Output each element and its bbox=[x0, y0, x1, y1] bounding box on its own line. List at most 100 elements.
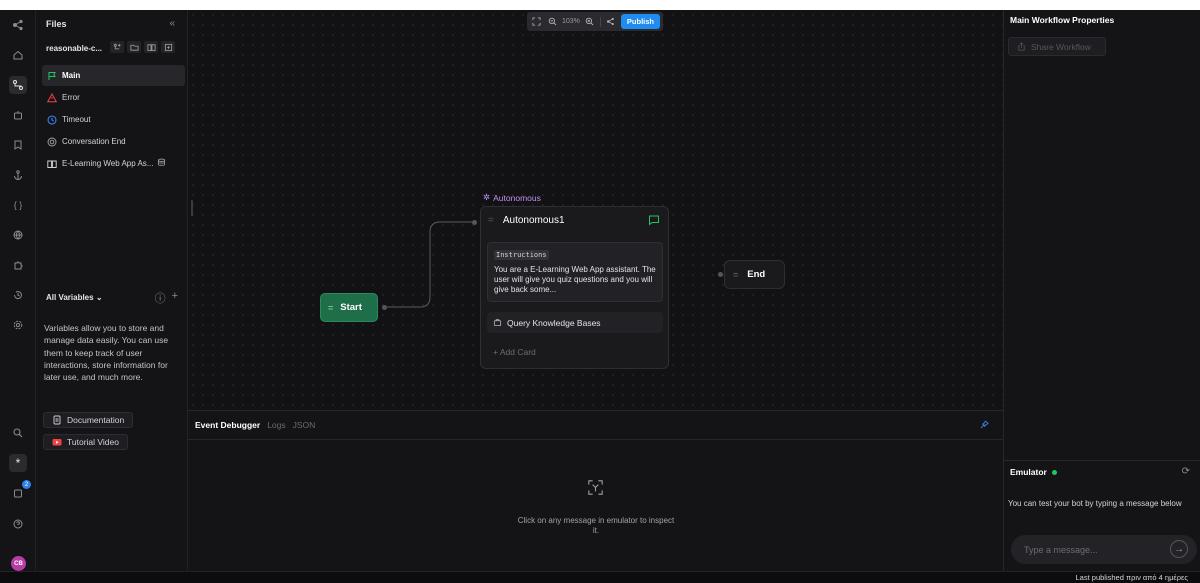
tree-item-knowledge-base[interactable]: E-Learning Web App As... bbox=[42, 153, 185, 174]
drag-handle-icon[interactable]: = bbox=[328, 303, 333, 313]
add-variable-icon[interactable]: + bbox=[172, 290, 178, 306]
code-braces-icon[interactable]: { } bbox=[9, 196, 27, 214]
tab-json[interactable]: JSON bbox=[293, 420, 316, 430]
message-placeholder: Type a message... bbox=[1024, 544, 1098, 555]
properties-title: Main Workflow Properties bbox=[1010, 15, 1115, 25]
autonomous-input-port[interactable] bbox=[472, 220, 477, 225]
share-nodes-logo-icon[interactable] bbox=[9, 16, 27, 34]
pin-icon[interactable] bbox=[980, 420, 989, 432]
share-icon[interactable] bbox=[605, 16, 617, 28]
help-icon[interactable] bbox=[9, 515, 27, 533]
warning-icon bbox=[47, 92, 57, 102]
settings-icon[interactable] bbox=[9, 316, 27, 334]
anchor-icon[interactable] bbox=[9, 166, 27, 184]
autonomous-node[interactable]: = Autonomous1 Instructions You are a E-L… bbox=[480, 206, 669, 369]
tree-item-conversation-end[interactable]: Conversation End bbox=[42, 131, 185, 152]
project-name[interactable]: reasonable-c... bbox=[46, 44, 102, 53]
instructions-card[interactable]: Instructions You are a E-Learning Web Ap… bbox=[487, 242, 663, 302]
search-icon[interactable] bbox=[9, 424, 27, 442]
share-icon bbox=[1018, 42, 1025, 51]
refresh-icon[interactable]: ⟳ bbox=[1182, 466, 1190, 477]
zoom-out-icon[interactable] bbox=[546, 16, 558, 28]
new-workflow-icon[interactable] bbox=[110, 41, 124, 53]
avatar[interactable]: CB bbox=[11, 556, 26, 571]
emulator-hint: You can test your bot by typing a messag… bbox=[1008, 499, 1182, 508]
tutorial-video-label: Tutorial Video bbox=[67, 437, 119, 447]
start-node[interactable]: = Start bbox=[320, 293, 378, 322]
drag-handle-icon[interactable]: = bbox=[488, 215, 494, 226]
documentation-button[interactable]: Documentation bbox=[43, 412, 134, 428]
zoom-level: 103% bbox=[562, 18, 580, 25]
debugger-divider bbox=[188, 439, 1003, 440]
tool-icon bbox=[493, 319, 502, 327]
variables-panel: All Variables ⌄ ⓘ + Variables allow you t… bbox=[36, 284, 188, 571]
add-card-button[interactable]: + Add Card bbox=[493, 347, 536, 357]
tab-logs[interactable]: Logs bbox=[267, 420, 285, 430]
end-input-port[interactable] bbox=[718, 272, 723, 277]
help-circle-icon[interactable]: ⓘ bbox=[155, 290, 166, 306]
start-output-port[interactable] bbox=[382, 305, 387, 310]
knowledge-bases-label: Query Knowledge Bases bbox=[507, 317, 601, 328]
asterisk-icon[interactable]: * bbox=[9, 454, 27, 472]
status-dot bbox=[1051, 469, 1057, 475]
clock-icon bbox=[47, 114, 57, 125]
youtube-icon bbox=[52, 439, 62, 446]
tree-item-label: Main bbox=[62, 71, 81, 80]
home-icon[interactable] bbox=[9, 46, 27, 64]
database-icon bbox=[157, 158, 166, 169]
import-icon[interactable] bbox=[161, 41, 175, 53]
panel-resize-handle[interactable] bbox=[191, 200, 193, 216]
collapse-panel-icon[interactable]: « bbox=[169, 18, 175, 29]
workflow-canvas[interactable]: 103% Publish = Start ✲ Autonomous = Auto… bbox=[188, 10, 1003, 410]
autonomous-node-title: Autonomous1 bbox=[502, 215, 565, 226]
fit-view-icon[interactable] bbox=[530, 16, 542, 28]
app-root: { } * 2 CB Files « reasonable-c... Main bbox=[0, 0, 1200, 583]
workflow-icon[interactable] bbox=[9, 76, 27, 94]
globe-icon[interactable] bbox=[9, 226, 27, 244]
bookmark-icon[interactable] bbox=[9, 136, 27, 154]
tree-item-timeout[interactable]: Timeout bbox=[42, 109, 185, 130]
file-tree: Main Error Timeout Conversation End E-Le… bbox=[42, 65, 185, 175]
tree-item-label: E-Learning Web App As... bbox=[62, 159, 154, 168]
tree-item-error[interactable]: Error bbox=[42, 87, 185, 108]
tutorial-video-button[interactable]: Tutorial Video bbox=[43, 434, 128, 450]
instructions-text: You are a E-Learning Web App assistant. … bbox=[494, 265, 656, 294]
toolbar-separator bbox=[599, 16, 601, 27]
new-folder-icon[interactable] bbox=[127, 41, 141, 53]
variables-header-label: All Variables bbox=[46, 293, 94, 302]
status-bar: Last published πριν από 4 ημέρες bbox=[0, 571, 1200, 583]
emulator-title: Emulator bbox=[1010, 467, 1047, 477]
end-node[interactable]: = End bbox=[724, 260, 785, 289]
variables-header[interactable]: All Variables ⌄ bbox=[46, 293, 103, 302]
emulator-panel: Emulator ⟳ You can test your bot by typi… bbox=[1003, 460, 1200, 571]
files-title: Files bbox=[46, 19, 67, 29]
book-icon[interactable] bbox=[144, 41, 158, 53]
send-button[interactable]: → bbox=[1170, 540, 1188, 558]
book-icon bbox=[47, 160, 57, 168]
debugger-empty-message: Click on any message in emulator to insp… bbox=[517, 516, 675, 535]
bot-icon[interactable] bbox=[9, 106, 27, 124]
publish-button[interactable]: Publish bbox=[620, 14, 660, 29]
drag-handle-icon[interactable]: = bbox=[733, 270, 738, 280]
target-icon bbox=[47, 137, 57, 146]
chat-icon[interactable] bbox=[648, 214, 660, 229]
message-input[interactable]: Type a message... → bbox=[1011, 535, 1197, 564]
tab-event-debugger[interactable]: Event Debugger bbox=[195, 420, 260, 430]
zoom-in-icon[interactable] bbox=[584, 16, 596, 28]
canvas-toolbar: 103% Publish bbox=[527, 12, 663, 31]
tree-item-main[interactable]: Main bbox=[42, 65, 185, 86]
share-workflow-button[interactable]: Share Workflow bbox=[1008, 37, 1106, 56]
left-rail: { } * 2 CB bbox=[0, 10, 36, 571]
sparkle-icon: ✲ bbox=[483, 192, 491, 202]
document-icon bbox=[53, 415, 61, 425]
puzzle-icon[interactable] bbox=[9, 256, 27, 274]
query-knowledge-bases-card[interactable]: Query Knowledge Bases bbox=[487, 312, 663, 333]
share-workflow-label: Share Workflow bbox=[1031, 41, 1091, 52]
history-icon[interactable] bbox=[9, 286, 27, 304]
inspect-icon bbox=[585, 477, 606, 501]
top-strip bbox=[0, 0, 1200, 10]
variables-description: Variables allow you to store and manage … bbox=[44, 323, 169, 383]
end-node-label: End bbox=[747, 269, 766, 280]
properties-panel: Main Workflow Properties Share Workflow bbox=[1003, 10, 1200, 460]
notifications-icon[interactable]: 2 bbox=[9, 480, 31, 502]
